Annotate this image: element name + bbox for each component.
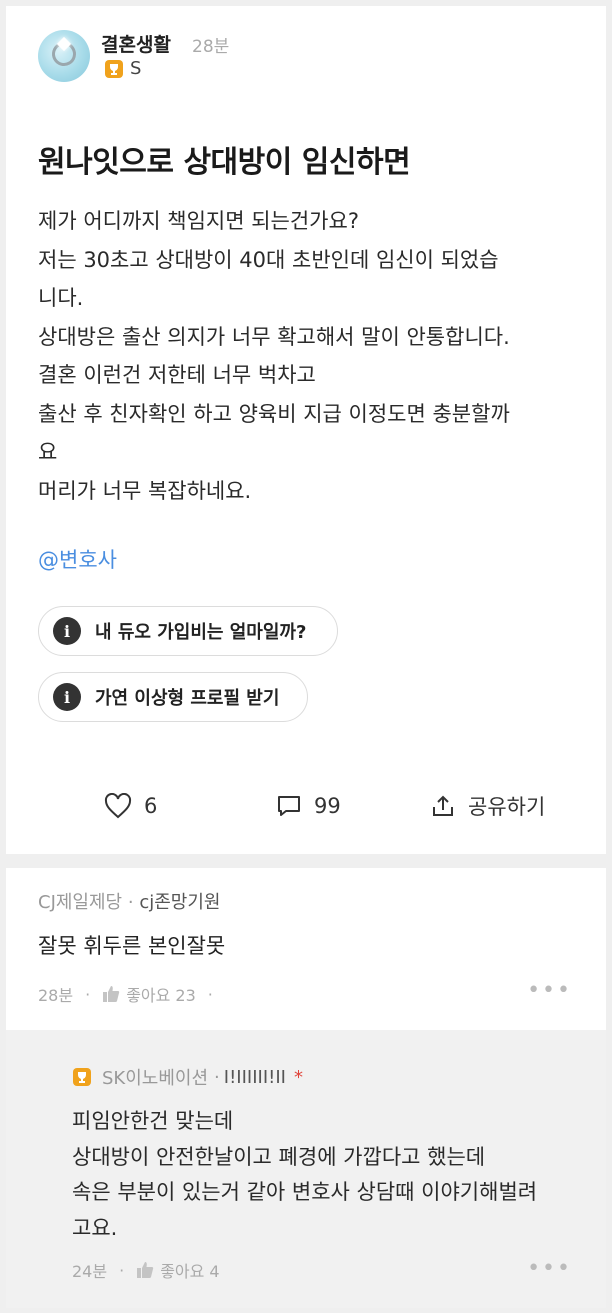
more-dots-icon[interactable]: ••• [527,1256,572,1281]
post-actions: 6 99 공유하기 [6,786,606,826]
share-upload-icon [433,795,453,816]
post-body-line: 결혼 이런건 저한테 너무 벅차고 [38,363,316,387]
trophy-icon [105,60,123,78]
reply-company: SK이노베이션 [102,1068,209,1089]
like-count: 6 [144,794,158,818]
post-body-line: 상대방은 출산 의지가 너무 확고해서 말이 안통합니다. [38,324,510,349]
reply-line: 고요. [72,1215,118,1240]
post-title: 원나잇으로 상대방이 임신하면 [38,145,411,180]
post-body-line: 저는 30초고 상대방이 40대 초반인데 임신이 되었습 [38,247,499,272]
post-body-line: 요 [38,440,58,464]
reply-meta: 24분 · 좋아요 4 [72,1258,220,1282]
separator: · [207,984,213,1004]
comment-section: CJ제일제당 · cj존망기원 잘못 휘두른 본인잘못 28분 · 좋아요 23… [6,868,606,1308]
comment-company: CJ제일제당 [38,892,123,913]
reply-time: 24분 [72,1262,108,1281]
trophy-icon [73,1068,91,1086]
post-body-line: 출산 후 친자확인 하고 양육비 지급 이정도면 충분할까 [38,401,510,426]
reply-nickname[interactable]: I!IIIIII!II [224,1067,286,1088]
promo-chip-duo[interactable]: i 내 듀오 가입비는 얼마일까? [38,606,338,656]
comment-text: 잘못 휘두른 본인잘못 [38,934,226,958]
reply-line: 피임안한건 맞는데 [72,1109,234,1133]
author-avatar[interactable] [38,30,90,82]
comment-meta: 28분 · 좋아요 23 · [38,982,225,1006]
share-label: 공유하기 [468,795,546,819]
comment-like-label[interactable]: 좋아요 23 [126,982,196,1006]
comment-button[interactable]: 99 [276,786,341,826]
separator: · [119,1260,125,1280]
separator: · [214,1066,220,1088]
separator: · [127,892,134,913]
separator: · [85,984,91,1004]
speech-bubble-icon [278,796,300,816]
comment-header: CJ제일제당 · cj존망기원 [38,888,220,914]
info-icon: i [53,683,81,711]
reply-line: 속은 부분이 있는거 같아 변호사 상담때 이야기해벌려 [72,1180,538,1204]
heart-outline-icon [104,793,132,819]
post-body: 제가 어디까지 책임지면 되는건가요? 저는 30초고 상대방이 40대 초반인… [38,202,588,510]
reply-block: SK이노베이션 · I!IIIIII!II * 피임안한건 맞는데 상대방이 안… [6,1030,606,1308]
info-icon: i [53,617,81,645]
author-mark: * [293,1066,303,1088]
post-body-line: 니다. [38,286,84,310]
promo-chip-label: 가연 이상형 프로필 받기 [95,688,280,709]
grade-label: S [130,58,142,79]
post-card: 결혼생활 28분 S 원나잇으로 상대방이 임신하면 제가 어디까지 책임지면 … [6,6,606,854]
comment-nickname[interactable]: cj존망기원 [139,892,220,913]
thumbs-up-icon[interactable] [102,985,120,1003]
post-time: 28분 [192,37,230,57]
comment-count: 99 [314,794,341,818]
more-dots-icon[interactable]: ••• [527,978,572,1003]
reply-line: 상대방이 안전한날이고 폐경에 가깝다고 했는데 [72,1144,486,1169]
share-button[interactable]: 공유하기 [430,786,545,826]
post-body-line: 제가 어디까지 책임지면 되는건가요? [38,209,359,233]
reply-header: SK이노베이션 · I!IIIIII!II * [72,1064,303,1090]
like-button[interactable]: 6 [104,786,157,826]
author-name[interactable]: 결혼생활 [101,30,171,57]
promo-chip-gayeon[interactable]: i 가연 이상형 프로필 받기 [38,672,308,722]
reply-like-label[interactable]: 좋아요 4 [160,1258,219,1282]
promo-chip-label: 내 듀오 가입비는 얼마일까? [95,622,307,643]
comment-time: 28분 [38,986,74,1005]
thumbs-up-icon[interactable] [136,1261,154,1279]
post-body-line: 머리가 너무 복잡하네요. [38,478,252,503]
reply-text: 피임안한건 맞는데 상대방이 안전한날이고 폐경에 가깝다고 했는데 속은 부분… [72,1104,537,1246]
mention-link[interactable]: @변호사 [38,544,117,574]
